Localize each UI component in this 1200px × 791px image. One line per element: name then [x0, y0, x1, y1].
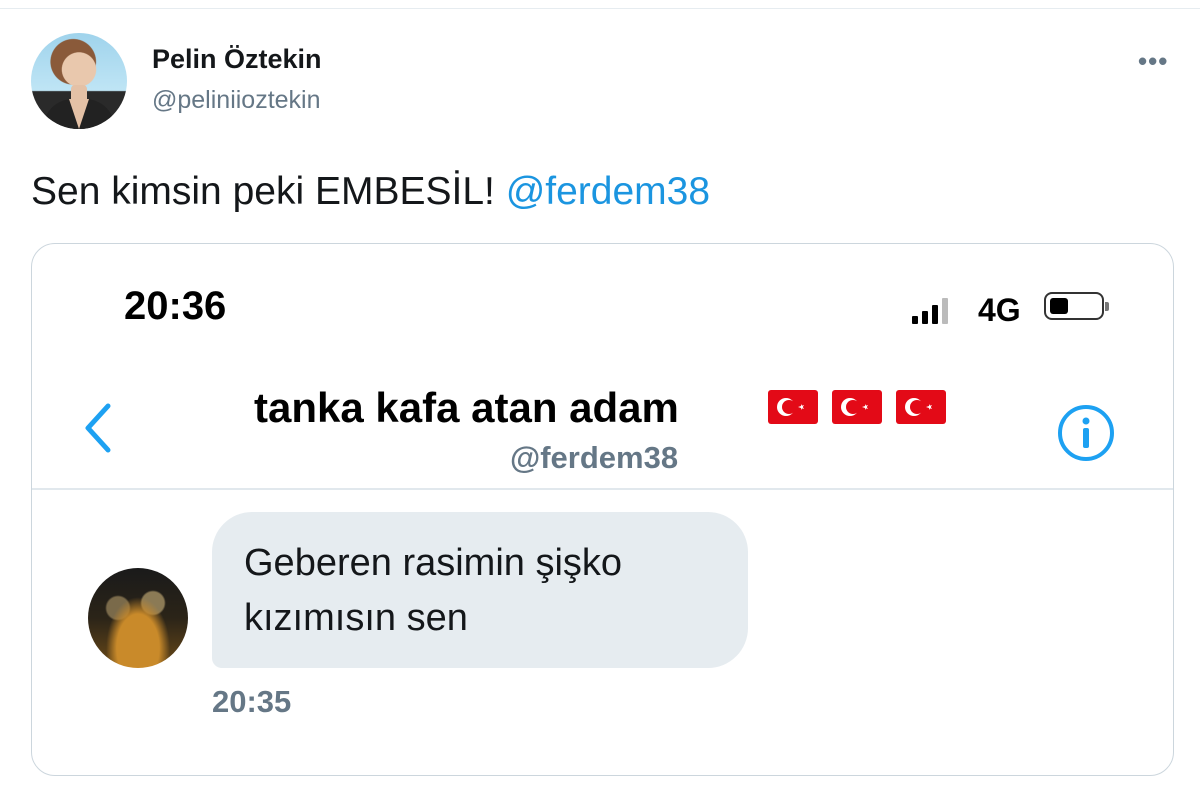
turkey-flag-icon — [768, 390, 818, 424]
back-chevron-icon[interactable] — [80, 400, 120, 456]
network-type-label: 4G — [978, 292, 1021, 328]
message-text: Geberen rasimin şişko kızımısın sen — [244, 542, 623, 639]
mention-link[interactable]: @ferdem38 — [506, 170, 710, 213]
signal-strength-icon — [912, 296, 952, 324]
info-icon[interactable] — [1057, 404, 1115, 462]
author-avatar[interactable] — [31, 33, 127, 129]
turkey-flag-icon — [832, 390, 882, 424]
tweet-body: Sen kimsin peki EMBESİL! — [31, 170, 506, 213]
chat-header-divider — [32, 488, 1173, 490]
tweet-text: Sen kimsin peki EMBESİL! @ferdem38 — [31, 170, 710, 214]
sender-avatar — [88, 568, 188, 668]
more-options-icon[interactable]: ••• — [1138, 46, 1168, 77]
top-divider — [0, 8, 1200, 9]
turkey-flag-icon — [896, 390, 946, 424]
battery-icon — [1044, 292, 1109, 320]
author-name[interactable]: Pelin Öztekin — [152, 44, 322, 75]
chat-handle: @ferdem38 — [510, 440, 679, 475]
flag-emoji-group — [768, 390, 946, 424]
chat-title: tanka kafa atan adam — [254, 384, 679, 431]
message-timestamp: 20:35 — [212, 684, 292, 719]
tweet-media-image[interactable]: 20:36 4G tanka kafa atan adam @ferdem38 … — [31, 243, 1174, 776]
status-bar-time: 20:36 — [124, 284, 227, 328]
author-handle[interactable]: @peliniioztekin — [152, 86, 321, 115]
